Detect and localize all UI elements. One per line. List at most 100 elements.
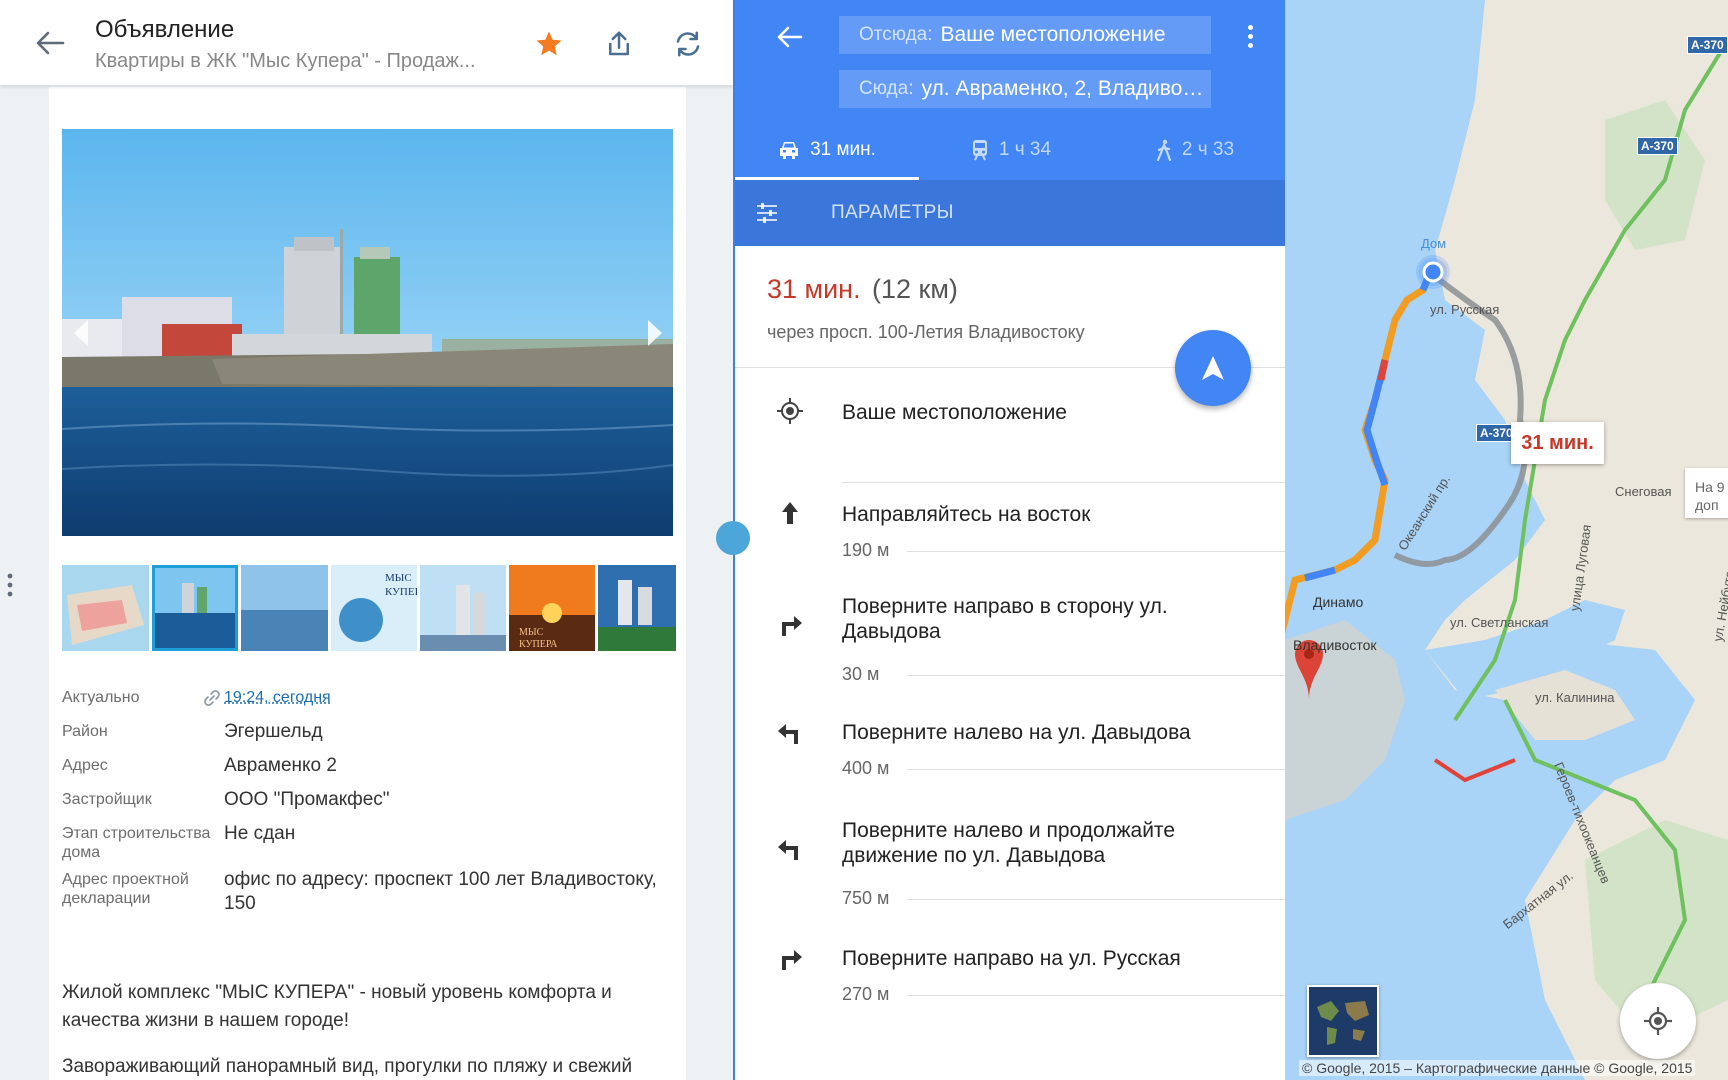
photo-thumbnails: МЫСКУПЕРА МЫСКУПЕРА bbox=[62, 565, 676, 651]
detail-label: Адрес проектной декларации bbox=[62, 871, 189, 907]
route-options-button[interactable]: ПАРАМЕТРЫ bbox=[735, 180, 1285, 246]
start-navigation-button[interactable] bbox=[1175, 330, 1251, 406]
step-instruction: Поверните направо на ул. Русская bbox=[842, 947, 1181, 970]
map-place-label: Владивосток bbox=[1293, 637, 1377, 653]
sunset-thumbnail: МЫСКУПЕРА bbox=[509, 565, 595, 651]
walking-time: 2 ч 33 bbox=[1181, 139, 1235, 160]
straight-arrow-icon bbox=[773, 496, 807, 530]
refresh-icon bbox=[676, 31, 700, 57]
map-view[interactable]: А-370 А-370 А-370 Дом ул. Русская Динамо… bbox=[1285, 0, 1728, 1080]
route-eta-callout[interactable]: 31 мин. bbox=[1511, 422, 1604, 464]
turn-right-icon bbox=[773, 940, 807, 974]
alternate-route-callout[interactable]: На 9 доп bbox=[1685, 468, 1728, 518]
complex-thumbnail bbox=[598, 565, 676, 651]
prev-photo-button[interactable] bbox=[66, 315, 96, 351]
listing-toolbar: Объявление Квартиры в ЖК "Мыс Купера" - … bbox=[0, 0, 733, 86]
driving-time: 31 мин. bbox=[810, 139, 876, 160]
brochure-thumbnail: МЫС КУПЕРА bbox=[331, 565, 417, 651]
direction-step[interactable]: Поверните налево на ул. Давыдова 400 м bbox=[735, 688, 1285, 788]
my-location-button[interactable] bbox=[1620, 983, 1696, 1059]
photo-thumbnail-4[interactable]: МЫС КУПЕРА bbox=[331, 565, 417, 651]
share-button[interactable] bbox=[595, 20, 643, 68]
thumb-text-3: МЫС bbox=[519, 627, 544, 638]
origin-value: Ваше местоположение bbox=[940, 23, 1166, 46]
photo-thumbnail-3[interactable] bbox=[241, 565, 328, 651]
page-subtitle: Квартиры в ЖК "Мыс Купера" - Продаж... bbox=[95, 50, 476, 72]
description-paragraph: Жилой комплекс "МЫС КУПЕРА" - новый уров… bbox=[62, 982, 612, 1031]
step-distance: 30 м bbox=[842, 664, 880, 684]
chevron-left-icon bbox=[74, 320, 88, 346]
route-duration: 31 мин. bbox=[767, 274, 861, 304]
tab-driving[interactable]: 31 мин. bbox=[735, 120, 919, 180]
arrow-left-icon bbox=[777, 26, 803, 48]
step-divider bbox=[907, 995, 1285, 996]
side-drawer-handle[interactable] bbox=[6, 572, 14, 598]
listing-pane: Объявление Квартиры в ЖК "Мыс Купера" - … bbox=[0, 0, 733, 1080]
route-via: через просп. 100-Летия Владивостоку bbox=[767, 322, 1085, 342]
turn-left-icon bbox=[773, 714, 807, 748]
chevron-right-icon bbox=[648, 320, 662, 346]
step-distance: 750 м bbox=[842, 888, 890, 908]
detail-label: Район bbox=[62, 723, 108, 740]
main-photo[interactable] bbox=[62, 129, 673, 536]
my-location-icon bbox=[773, 394, 807, 428]
detail-label: Адрес bbox=[62, 757, 108, 774]
arrow-left-icon bbox=[36, 31, 65, 55]
step-instruction: Поверните налево и продолжайте движение … bbox=[842, 819, 1175, 867]
detail-row: Этап строительства дома Не сдан bbox=[62, 822, 662, 862]
step-instruction: Направляйтесь на восток bbox=[842, 503, 1091, 526]
step-divider bbox=[907, 899, 1285, 900]
description-paragraph: Завораживающий панорамный вид, прогулки … bbox=[62, 1056, 633, 1077]
direction-step[interactable]: Поверните налево и продолжайте движение … bbox=[735, 790, 1285, 908]
tab-walking[interactable]: 2 ч 33 bbox=[1103, 120, 1285, 180]
detail-label: Застройщик bbox=[62, 791, 152, 808]
highway-shield: А-370 bbox=[1637, 137, 1678, 155]
route-options-label: ПАРАМЕТРЫ bbox=[831, 202, 954, 223]
direction-step[interactable]: Поверните направо на ул. Русская 270 м bbox=[735, 914, 1285, 1014]
listing-details: Актуально 19:24, сегодня Район Эгершельд Адр… bbox=[62, 686, 662, 926]
next-photo-button[interactable] bbox=[640, 315, 670, 351]
earth-view-toggle[interactable] bbox=[1307, 985, 1379, 1057]
favorite-button[interactable] bbox=[525, 20, 573, 68]
towers-thumbnail bbox=[420, 565, 506, 651]
thumb-text-2: КУПЕРА bbox=[385, 586, 417, 598]
more-vertical-icon bbox=[7, 573, 13, 597]
detail-row: Адрес проектной декларации офис по адресу… bbox=[62, 868, 662, 916]
transit-time: 1 ч 34 bbox=[998, 139, 1052, 160]
home-location-icon[interactable] bbox=[1413, 252, 1453, 292]
site-plan-thumbnail bbox=[62, 565, 149, 651]
destination-field[interactable]: Сюда: ул. Авраменко, 2, Владивосток bbox=[839, 70, 1211, 108]
my-location-icon bbox=[1644, 1007, 1672, 1035]
refresh-button[interactable] bbox=[664, 20, 712, 68]
more-options-button[interactable] bbox=[1235, 16, 1265, 56]
directions-back-button[interactable] bbox=[765, 14, 815, 60]
route-distance: (12 км) bbox=[872, 274, 958, 304]
photo-thumbnail-2[interactable] bbox=[152, 565, 238, 651]
direction-step[interactable]: Направляйтесь на восток 190 м bbox=[735, 470, 1285, 570]
back-button[interactable] bbox=[22, 18, 78, 68]
photo-thumbnail-5[interactable] bbox=[420, 565, 506, 651]
more-vertical-icon bbox=[1247, 24, 1253, 30]
thumb-text-1: МЫС bbox=[385, 572, 412, 584]
building-photo bbox=[62, 129, 673, 536]
tab-transit[interactable]: 1 ч 34 bbox=[919, 120, 1103, 180]
star-icon bbox=[536, 31, 562, 56]
photo-thumbnail-1[interactable] bbox=[62, 565, 149, 651]
origin-field[interactable]: Отсюда: Ваше местоположение bbox=[839, 16, 1211, 54]
travel-mode-tabs: 31 мин. 1 ч 34 2 ч 33 bbox=[735, 120, 1285, 180]
updated-time-link[interactable]: 19:24, сегодня bbox=[224, 686, 331, 710]
thumb-text-4: КУПЕРА bbox=[519, 639, 558, 650]
map-place-label: Снеговая bbox=[1615, 484, 1672, 499]
map-place-label: ул. Светланская bbox=[1450, 615, 1549, 630]
satellite-thumbnail bbox=[1309, 987, 1377, 1055]
photo-thumbnail-7[interactable] bbox=[598, 565, 676, 651]
photo-thumbnail-6[interactable]: МЫС КУПЕРА bbox=[509, 565, 595, 651]
map-place-label: ул. Калинина bbox=[1535, 690, 1615, 705]
turn-right-icon bbox=[773, 606, 807, 640]
direction-step[interactable]: Поверните направо в сторону ул. Давыдова… bbox=[735, 566, 1285, 684]
map-place-label: Динамо bbox=[1313, 594, 1364, 610]
detail-value: Эгершельд bbox=[224, 721, 323, 742]
detail-row: Район Эгершельд bbox=[62, 720, 662, 744]
step-instruction: Ваше местоположение bbox=[842, 401, 1067, 424]
pane-resize-handle[interactable] bbox=[716, 521, 750, 555]
